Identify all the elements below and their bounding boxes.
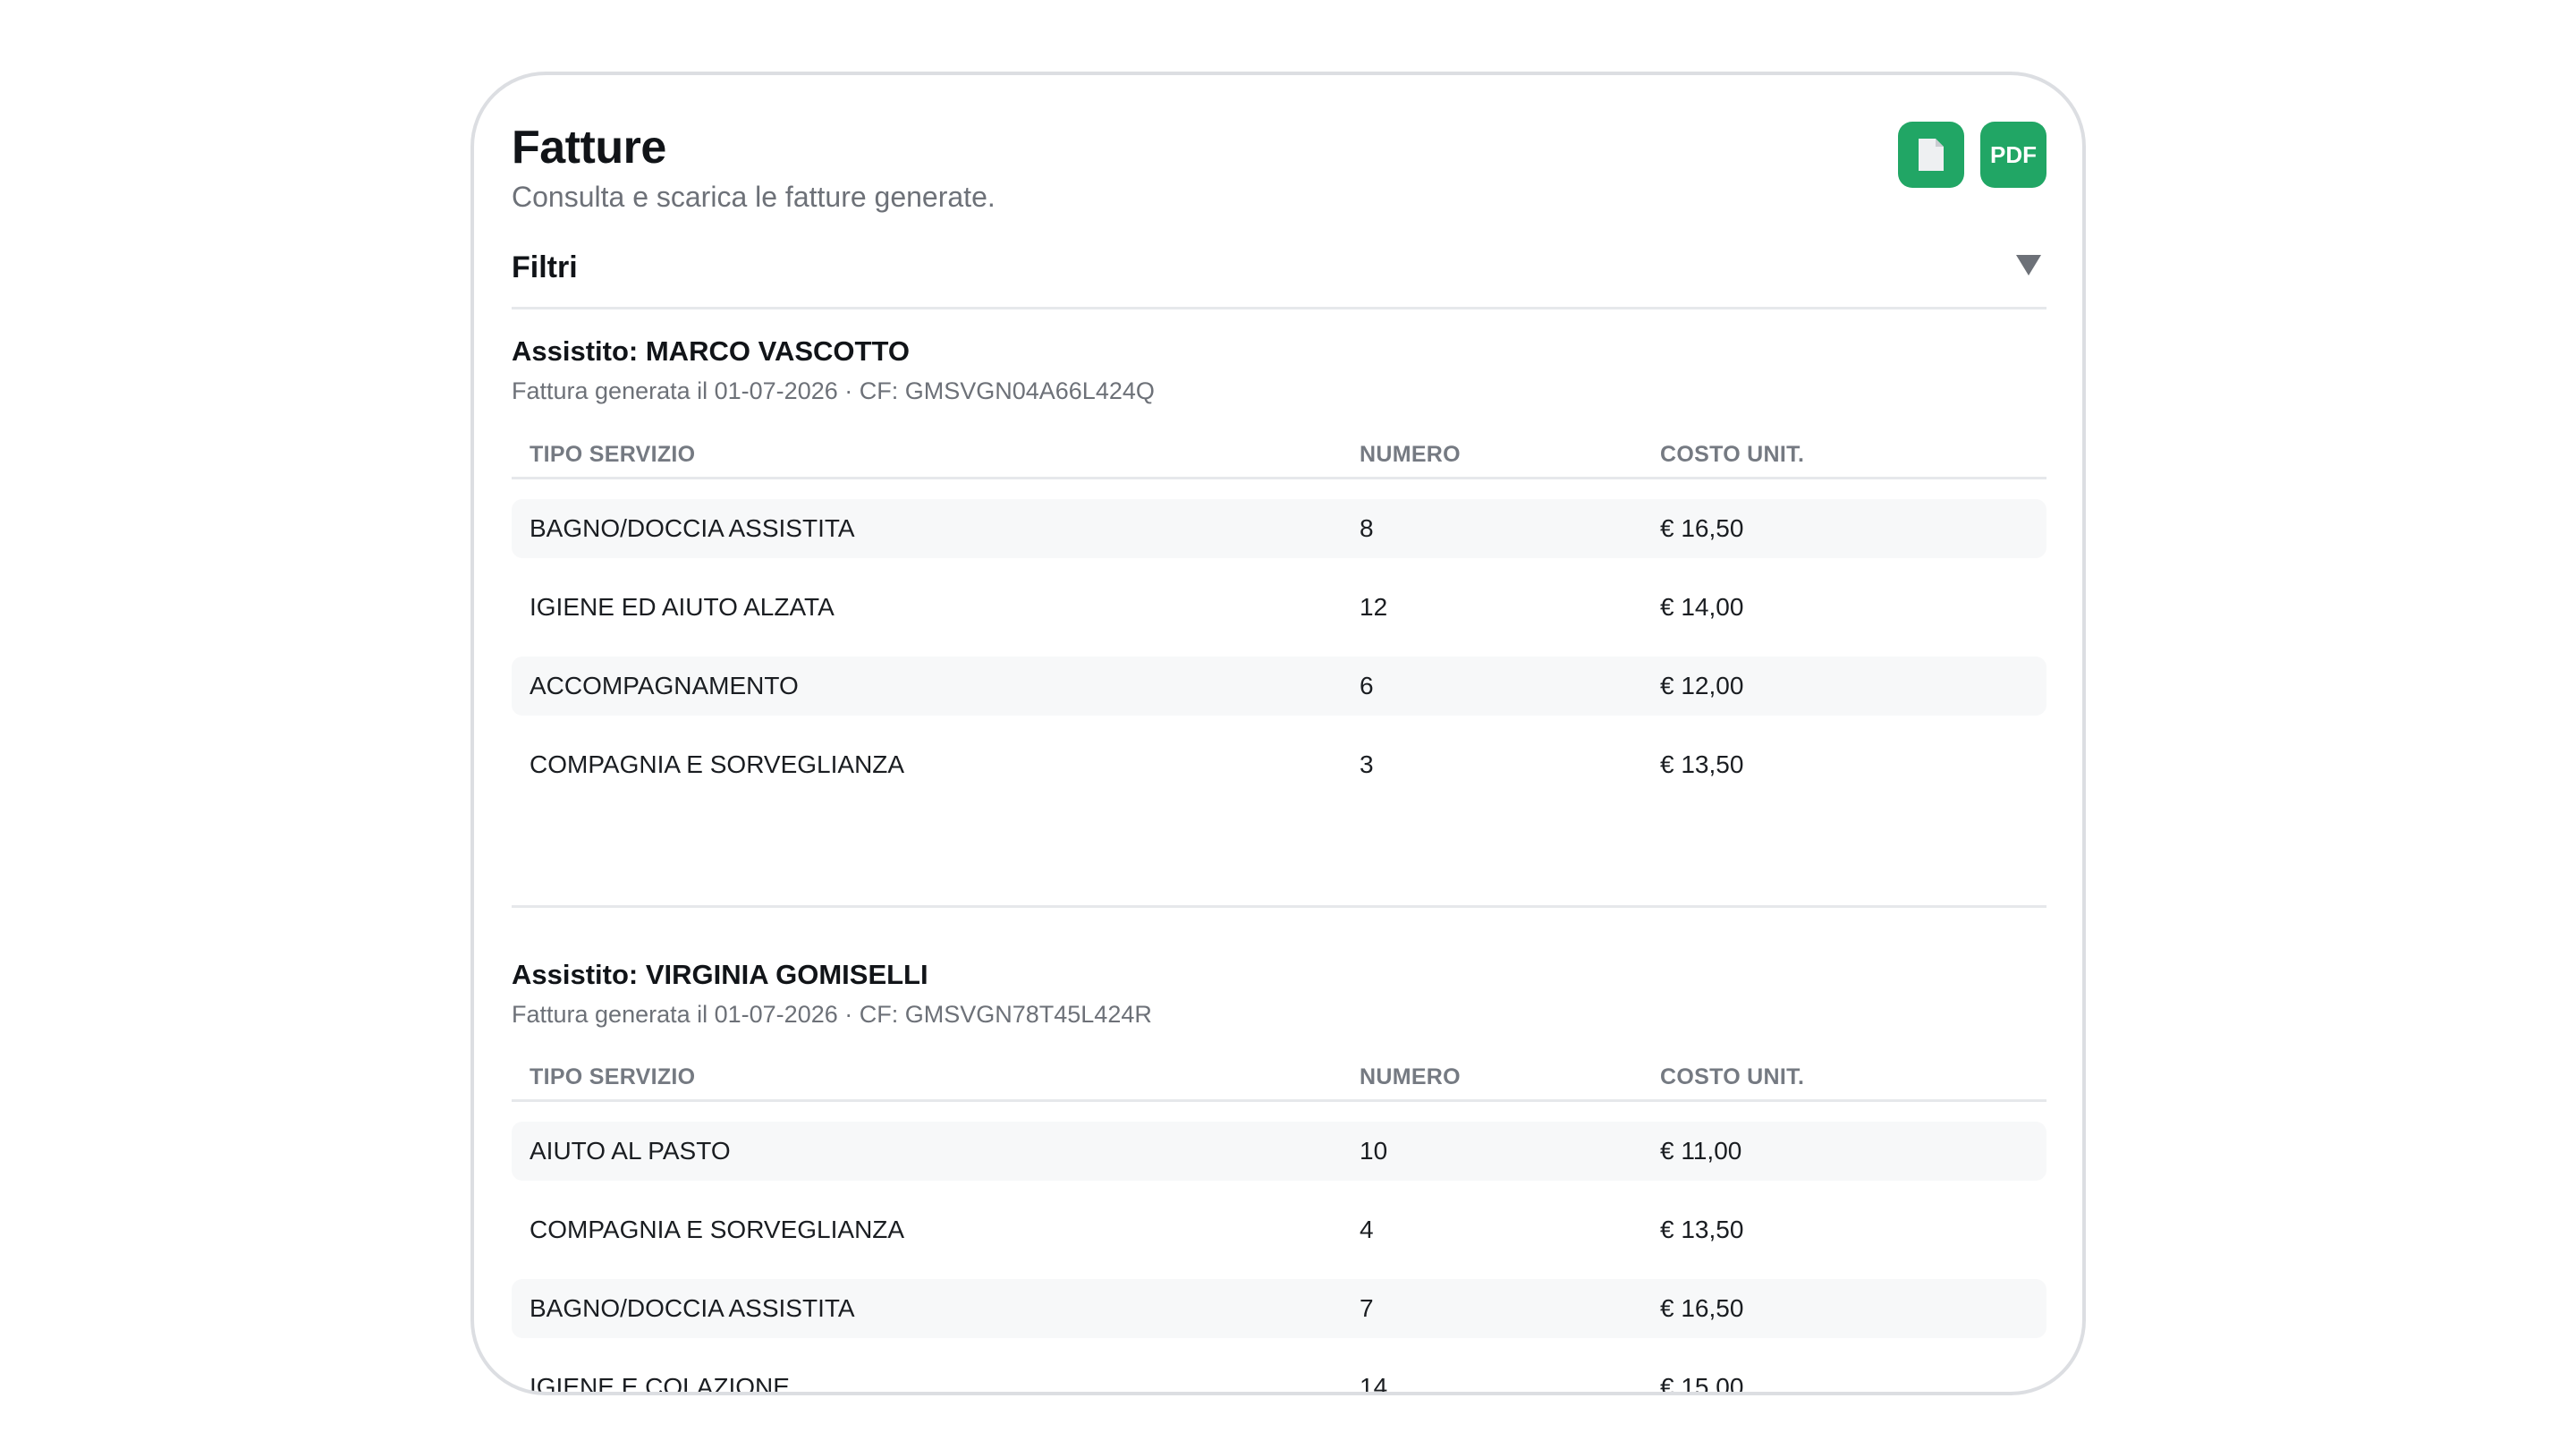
cell-unit-cost: € 13,50 [1660, 1216, 1744, 1244]
triangle-down-icon [2016, 255, 2041, 275]
table-row: ACCOMPAGNAMENTO 6 € 12,00 [512, 656, 2046, 716]
cell-number: 3 [1360, 750, 1374, 778]
invoice-section: Assistito: MARCO VASCOTTO Fattura genera… [512, 335, 2046, 908]
cell-unit-cost: € 15,00 [1660, 1373, 1744, 1395]
filters-toggle[interactable] [2011, 247, 2046, 283]
cell-number: 12 [1360, 592, 1388, 621]
cell-service-type: IGIENE ED AIUTO ALZATA [530, 592, 835, 621]
filters-bar[interactable]: Filtri [512, 243, 2046, 309]
page-subtitle: Consulta e scarica le fatture generate. [512, 181, 996, 213]
file-icon [1919, 139, 1944, 171]
table-row: BAGNO/DOCCIA ASSISTITA 7 € 16,50 [512, 1279, 2046, 1339]
col-header-unit-cost: COSTO UNIT. [1660, 441, 1805, 467]
cell-service-type: AIUTO AL PASTO [530, 1137, 731, 1165]
table-row: IGIENE ED AIUTO ALZATA 12 € 14,00 [512, 578, 2046, 637]
cell-unit-cost: € 13,50 [1660, 750, 1744, 778]
header-actions: PDF [1898, 122, 2046, 188]
cell-unit-cost: € 16,50 [1660, 1294, 1744, 1323]
cell-number: 10 [1360, 1137, 1388, 1165]
invoice-section: Assistito: VIRGINIA GOMISELLI Fattura ge… [512, 958, 2046, 1395]
cell-service-type: COMPAGNIA E SORVEGLIANZA [530, 750, 905, 778]
cell-unit-cost: € 14,00 [1660, 592, 1744, 621]
table-header: TIPO SERVIZIO NUMERO COSTO UNIT. [512, 442, 2046, 479]
table-row: BAGNO/DOCCIA ASSISTITA 8 € 16,50 [512, 498, 2046, 558]
table-row: IGIENE E COLAZIONE 14 € 15,00 [512, 1358, 2046, 1395]
invoice-meta: Fattura generata il 01-07-2026 · CF: GMS… [512, 1000, 1152, 1028]
cell-service-type: COMPAGNIA E SORVEGLIANZA [530, 1216, 905, 1244]
page-title: Fatture [512, 122, 666, 174]
table-row: AIUTO AL PASTO 10 € 11,00 [512, 1122, 2046, 1182]
cell-service-type: ACCOMPAGNAMENTO [530, 671, 799, 699]
section-divider [512, 904, 2046, 908]
cell-number: 4 [1360, 1216, 1374, 1244]
filters-label: Filtri [512, 250, 578, 284]
col-header-unit-cost: COSTO UNIT. [1660, 1064, 1805, 1090]
invoice-title: Assistito: MARCO VASCOTTO [512, 335, 910, 367]
table-row: COMPAGNIA E SORVEGLIANZA 4 € 13,50 [512, 1200, 2046, 1259]
page-header: Fatture Consulta e scarica le fatture ge… [512, 75, 2046, 218]
col-header-service-type: TIPO SERVIZIO [530, 441, 696, 467]
pdf-button-label: PDF [1990, 140, 2037, 168]
cell-unit-cost: € 12,00 [1660, 671, 1744, 699]
table-row: COMPAGNIA E SORVEGLIANZA 3 € 13,50 [512, 735, 2046, 794]
col-header-service-type: TIPO SERVIZIO [530, 1064, 696, 1090]
card-content: Fatture Consulta e scarica le fatture ge… [512, 75, 2046, 1395]
invoices-card: Fatture Consulta e scarica le fatture ge… [470, 72, 2086, 1395]
cell-service-type: BAGNO/DOCCIA ASSISTITA [530, 1294, 855, 1323]
invoice-title: Assistito: VIRGINIA GOMISELLI [512, 958, 928, 990]
col-header-number: NUMERO [1360, 1064, 1461, 1090]
table-header: TIPO SERVIZIO NUMERO COSTO UNIT. [512, 1064, 2046, 1103]
cell-unit-cost: € 11,00 [1660, 1137, 1742, 1165]
col-header-number: NUMERO [1360, 441, 1461, 467]
cell-number: 8 [1360, 513, 1374, 542]
cell-unit-cost: € 16,50 [1660, 513, 1744, 542]
cell-number: 7 [1360, 1294, 1374, 1323]
cell-number: 6 [1360, 671, 1374, 699]
cell-service-type: IGIENE E COLAZIONE [530, 1373, 790, 1395]
cell-number: 14 [1360, 1373, 1388, 1395]
cell-service-type: BAGNO/DOCCIA ASSISTITA [530, 513, 855, 542]
export-file-button[interactable] [1898, 122, 1964, 188]
invoice-meta: Fattura generata il 01-07-2026 · CF: GMS… [512, 377, 1155, 405]
pdf-button[interactable]: PDF [1980, 122, 2046, 188]
